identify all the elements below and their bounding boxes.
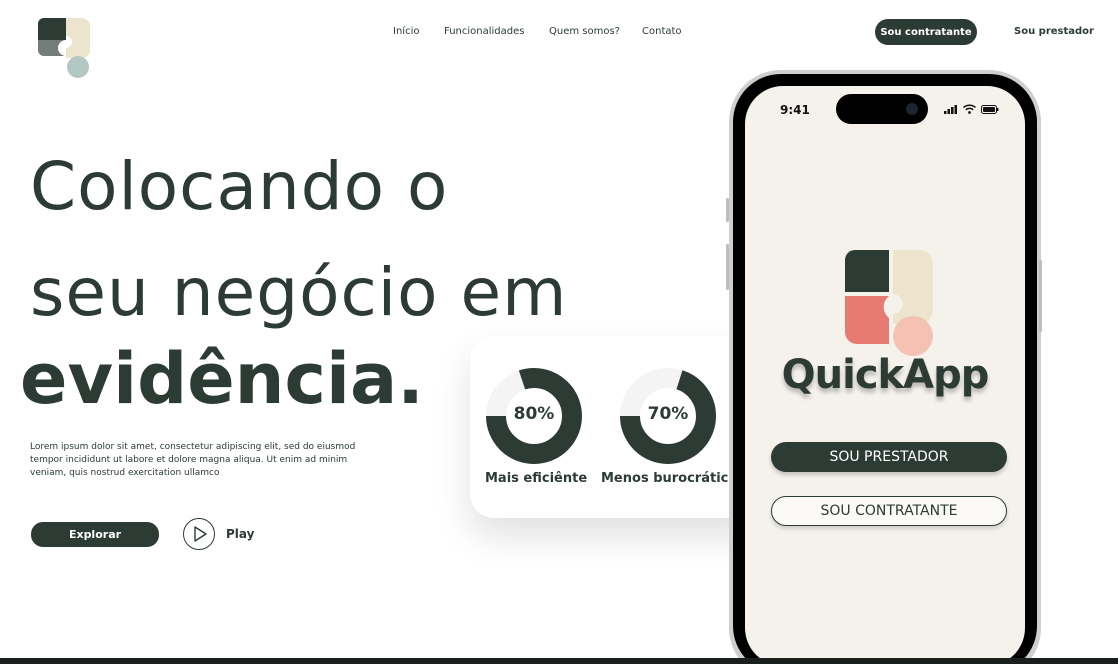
signal-icon xyxy=(944,104,957,114)
hero-description: Lorem ipsum dolor sit amet, consectetur … xyxy=(30,442,356,478)
battery-icon xyxy=(981,104,999,114)
hero-title-line-2: seu negócio em xyxy=(30,254,568,331)
bureaucracy-caption: Menos burocrático xyxy=(601,471,738,486)
efficiency-value: 80% xyxy=(513,404,555,424)
play-button[interactable] xyxy=(183,518,215,550)
phone-screen: 9:41 QuickApp SOU PRESTADOR SOU CONTRATA… xyxy=(745,86,1025,664)
efficiency-caption: Mais eficiênte xyxy=(485,471,588,486)
play-label[interactable]: Play xyxy=(226,527,254,541)
nav-funcionalidades[interactable]: Funcionalidades xyxy=(444,26,524,37)
explorar-button[interactable]: Explorar xyxy=(31,522,159,547)
nav-contato[interactable]: Contato xyxy=(642,26,682,37)
quickapp-logo xyxy=(845,250,933,356)
sou-prestador-link[interactable]: Sou prestador xyxy=(1014,26,1094,37)
status-icons xyxy=(944,104,999,114)
hero-title-line-3: evidência. xyxy=(20,338,424,420)
phone-side-button xyxy=(1039,260,1042,332)
hero-title-line-1: Colocando o xyxy=(30,148,449,225)
play-icon xyxy=(194,526,207,542)
wifi-icon xyxy=(963,104,976,114)
camera-icon xyxy=(906,103,918,115)
bottom-bar xyxy=(0,658,1118,664)
nav-quem-somos[interactable]: Quem somos? xyxy=(549,26,620,37)
nav-inicio[interactable]: Início xyxy=(393,26,419,37)
status-time: 9:41 xyxy=(780,103,810,117)
dynamic-island xyxy=(836,94,928,124)
phone-side-button xyxy=(726,244,729,290)
stats-card: 80% Mais eficiênte 70% Menos burocrático xyxy=(470,336,766,518)
bureaucracy-value: 70% xyxy=(647,404,689,424)
app-name: QuickApp xyxy=(781,352,990,398)
sou-contratante-phone-button[interactable]: SOU CONTRATANTE xyxy=(771,496,1007,526)
sou-prestador-button[interactable]: SOU PRESTADOR xyxy=(771,442,1007,472)
phone-side-button xyxy=(726,198,729,222)
brand-logo[interactable] xyxy=(38,18,92,80)
sou-contratante-button[interactable]: Sou contratante xyxy=(875,19,977,45)
